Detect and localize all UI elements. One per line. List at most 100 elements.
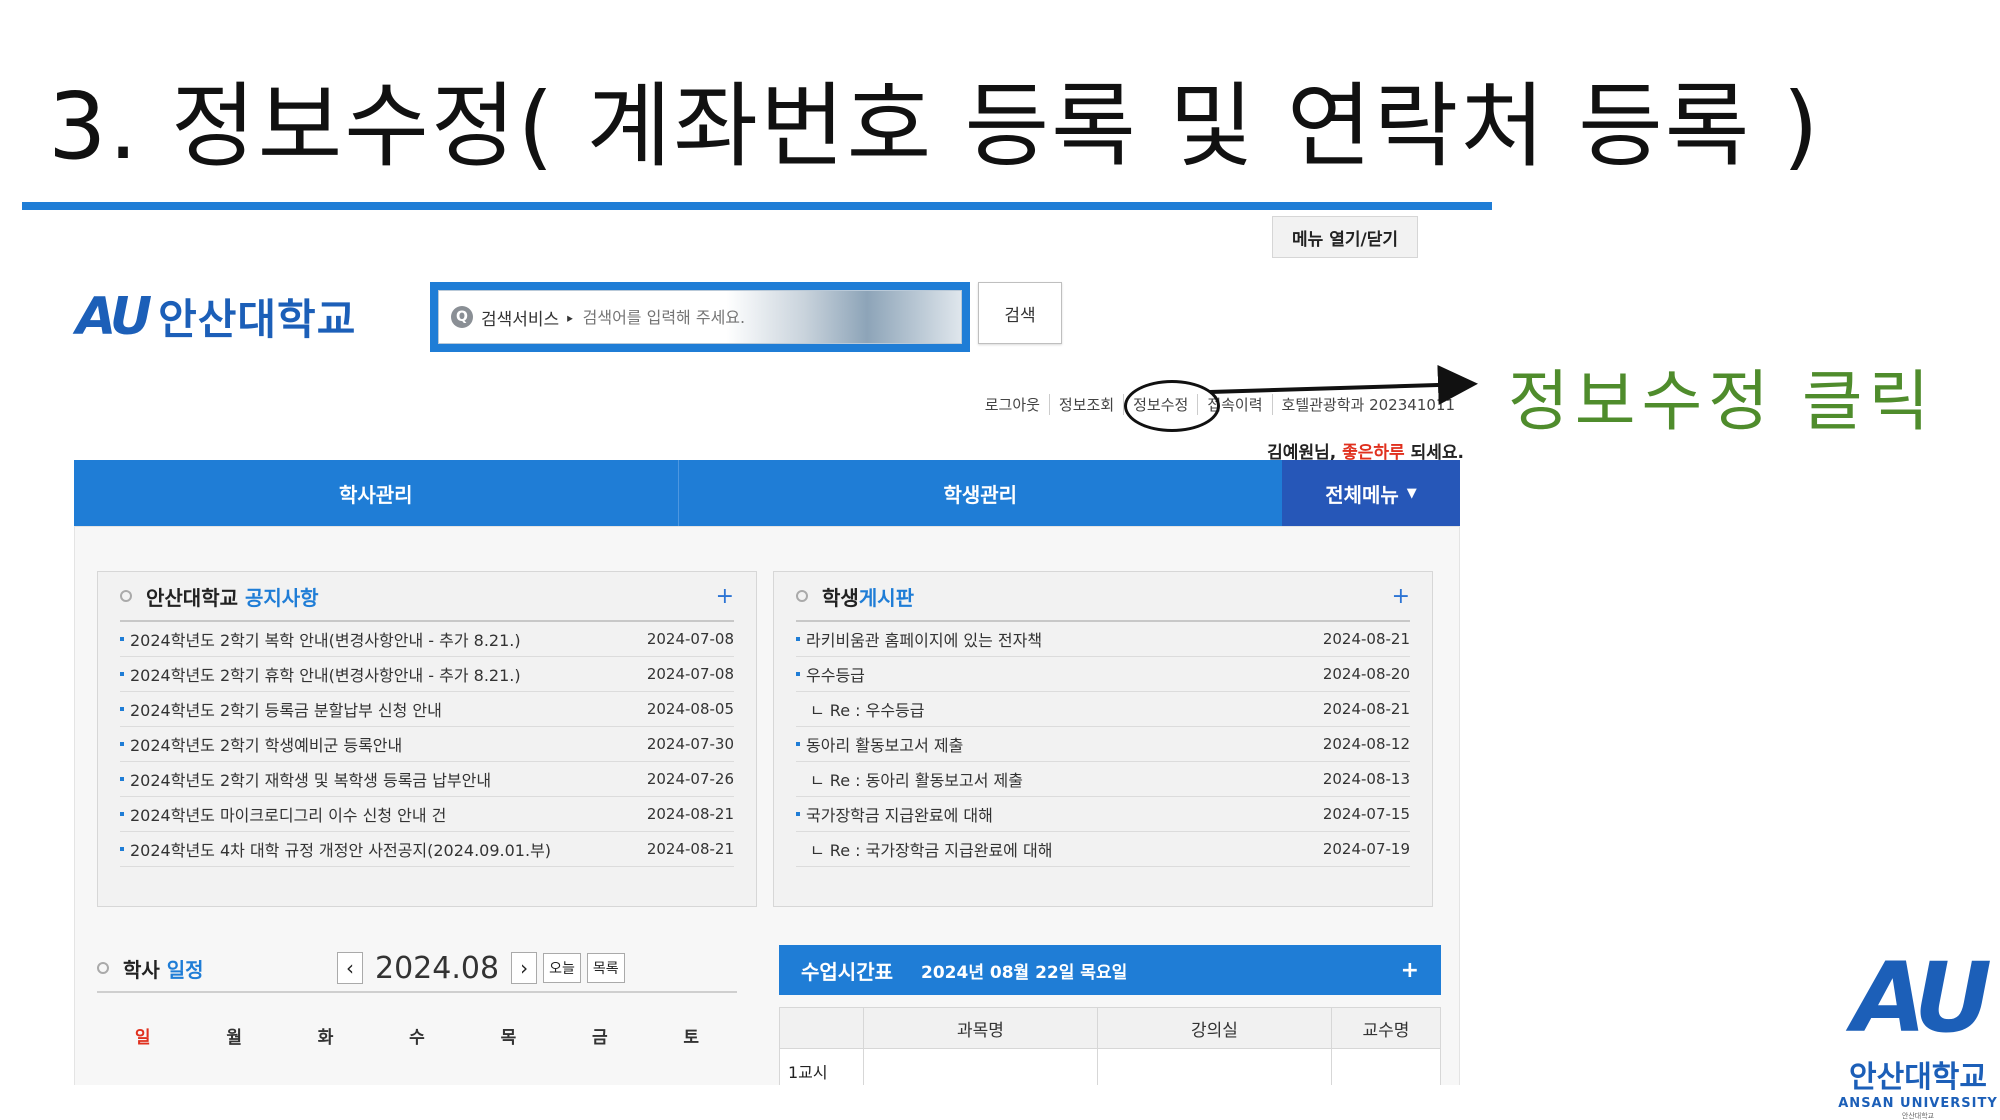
corner-logo: AU 안산대학교 ANSAN UNIVERSITY 안산대학교 — [1838, 950, 1998, 1120]
search-field-wrapper: Q 검색서비스 ‣ — [438, 290, 962, 344]
list-item-date: 2024-08-05 — [646, 700, 734, 718]
list-item[interactable]: 우수등급 2024-08-20 — [796, 657, 1410, 692]
slide-title: 3. 정보수정( 계좌번호 등록 및 연락처 등록 ) — [48, 73, 1821, 180]
calendar-header: 학사 일정 ‹ 2024.08 › 오늘 목록 — [97, 945, 737, 993]
academic-calendar: 학사 일정 ‹ 2024.08 › 오늘 목록 일 월 화 수 목 금 토 — [97, 945, 737, 1085]
search-input[interactable] — [582, 307, 783, 327]
list-item-title: 2024학년도 2학기 재학생 및 복학생 등록금 납부안내 — [120, 767, 491, 791]
notice-list: 2024학년도 2학기 복학 안내(변경사항안내 - 추가 8.21.) 2024… — [120, 622, 734, 867]
timetable-col-professor: 교수명 — [1362, 1020, 1410, 1041]
list-item-date: 2024-08-20 — [1322, 665, 1410, 683]
nav-student[interactable]: 학생관리 — [679, 460, 1283, 526]
list-item[interactable]: 동아리 활동보고서 제출 2024-08-12 — [796, 727, 1410, 762]
bullet-icon — [120, 742, 124, 746]
timetable-row: 1교시 — [779, 1049, 1441, 1085]
student-more-icon[interactable]: + — [1392, 584, 1410, 609]
list-item-title: ㄴ Re : 우수등급 — [796, 697, 925, 721]
list-item-date: 2024-08-13 — [1322, 770, 1410, 788]
list-item[interactable]: 국가장학금 지급완료에 대해 2024-07-15 — [796, 797, 1410, 832]
class-timetable: 수업시간표 2024년 08월 22일 목요일 + 과목명 강의실 교수명 1교… — [779, 945, 1441, 1085]
notice-board-header: 안산대학교 공지사항 + — [120, 572, 734, 622]
list-item-text: ㄴ Re : 동아리 활동보고서 제출 — [810, 771, 1023, 790]
list-item-title: 우수등급 — [796, 662, 865, 686]
corner-logo-name: 안산대학교 — [1849, 1060, 1987, 1095]
list-item-date: 2024-08-21 — [1322, 700, 1410, 718]
list-item-text: 2024학년도 2학기 재학생 및 복학생 등록금 납부안내 — [130, 771, 492, 790]
bullet-icon — [120, 847, 124, 851]
student-title-prefix: 학생 — [822, 585, 859, 610]
list-item-title: 2024학년도 4차 대학 규정 개정안 사전공지(2024.09.01.부) — [120, 837, 551, 861]
logout-link[interactable]: 로그아웃 — [976, 394, 1050, 415]
all-menu-label: 전체메뉴 — [1325, 482, 1399, 507]
list-item[interactable]: 라키비움관 홈페이지에 있는 전자책 2024-08-21 — [796, 622, 1410, 657]
list-item[interactable]: 2024학년도 2학기 등록금 분할납부 신청 안내 2024-08-05 — [120, 692, 734, 727]
weekday-wed: 수 — [409, 1028, 425, 1048]
weekday-thu: 목 — [500, 1028, 517, 1048]
list-item-text: 2024학년도 마이크로디그리 이수 신청 안내 건 — [130, 806, 447, 825]
bullet-icon — [120, 672, 124, 676]
notice-board: 안산대학교 공지사항 + 2024학년도 2학기 복학 안내(변경사항안내 - … — [97, 571, 757, 907]
au-logo-icon: AU — [76, 286, 152, 347]
triangle-down-icon: ▼ — [1406, 485, 1417, 501]
info-view-link[interactable]: 정보조회 — [1050, 394, 1125, 415]
weekday-fri: 금 — [592, 1028, 608, 1048]
list-item-date: 2024-08-21 — [1322, 630, 1410, 648]
portal-screenshot: 메뉴 열기/닫기 AU 안산대학교 Q 검색서비스 ‣ 검색 로그아웃 정보조회… — [22, 210, 1492, 1085]
timetable-col-room: 강의실 — [1098, 1008, 1332, 1048]
today-button[interactable]: 오늘 — [543, 953, 581, 983]
list-item-text: 2024학년도 2학기 등록금 분할납부 신청 안내 — [130, 701, 442, 720]
list-item-date: 2024-07-26 — [646, 770, 734, 788]
info-edit-highlight-circle — [1124, 380, 1220, 432]
weekday-row: 일 월 화 수 목 금 토 — [97, 1023, 737, 1048]
list-item-text: 라키비움관 홈페이지에 있는 전자책 — [806, 631, 1043, 650]
circle-icon — [120, 590, 132, 602]
list-item[interactable]: 2024학년도 2학기 복학 안내(변경사항안내 - 추가 8.21.) 2024… — [120, 622, 734, 657]
student-board: 학생게시판 + 라키비움관 홈페이지에 있는 전자책 2024-08-21 우수등급… — [773, 571, 1433, 907]
list-item[interactable]: 2024학년도 4차 대학 규정 개정안 사전공지(2024.09.01.부) 2… — [120, 832, 734, 867]
list-item[interactable]: ㄴ Re : 국가장학금 지급완료에 대해 2024-07-19 — [796, 832, 1410, 867]
notice-board-title: 안산대학교 공지사항 — [120, 582, 319, 611]
list-item[interactable]: 2024학년도 2학기 재학생 및 복학생 등록금 납부안내 2024-07-26 — [120, 762, 734, 797]
timetable-more-icon[interactable]: + — [1401, 958, 1419, 983]
list-item-text: ㄴ Re : 우수등급 — [810, 701, 925, 720]
bullet-icon — [120, 637, 124, 641]
prev-month-button[interactable]: ‹ — [337, 952, 363, 984]
list-item-date: 2024-07-08 — [646, 630, 734, 648]
timetable-cell — [864, 1049, 1098, 1085]
list-item-date: 2024-08-21 — [646, 840, 734, 858]
portal-logo[interactable]: AU 안산대학교 — [76, 286, 356, 347]
all-menu-button[interactable]: 전체메뉴 ▼ — [1282, 460, 1460, 526]
list-item-title: 2024학년도 2학기 복학 안내(변경사항안내 - 추가 8.21.) — [120, 627, 521, 651]
list-item[interactable]: 2024학년도 2학기 학생예비군 등록안내 2024-07-30 — [120, 727, 734, 762]
list-item-date: 2024-07-15 — [1322, 805, 1410, 823]
list-item[interactable]: ㄴ Re : 우수등급 2024-08-21 — [796, 692, 1410, 727]
calendar-title-prefix: 학사 — [123, 957, 160, 982]
search-service-label[interactable]: 검색서비스 ‣ — [481, 305, 575, 330]
list-item-date: 2024-07-30 — [646, 735, 734, 753]
bullet-icon — [796, 812, 800, 816]
list-item-text: 2024학년도 2학기 복학 안내(변경사항안내 - 추가 8.21.) — [130, 631, 521, 650]
next-month-button[interactable]: › — [511, 952, 538, 984]
list-button[interactable]: 목록 — [586, 953, 625, 983]
list-item-date: 2024-07-08 — [646, 665, 734, 683]
search-box: Q 검색서비스 ‣ — [430, 282, 970, 352]
circle-icon — [796, 590, 808, 602]
list-item[interactable]: 2024학년도 마이크로디그리 이수 신청 안내 건 2024-08-21 — [120, 797, 734, 832]
calendar-nav: ‹ 2024.08 › 오늘 목록 — [337, 951, 625, 986]
list-item-title: ㄴ Re : 국가장학금 지급완료에 대해 — [796, 837, 1052, 861]
menu-toggle-button[interactable]: 메뉴 열기/닫기 — [1272, 216, 1418, 258]
notice-more-icon[interactable]: + — [716, 584, 734, 609]
search-button[interactable]: 검색 — [978, 282, 1062, 344]
search-icon: Q — [451, 306, 473, 328]
student-board-title: 학생게시판 — [796, 582, 914, 611]
list-item[interactable]: ㄴ Re : 동아리 활동보고서 제출 2024-08-13 — [796, 762, 1410, 797]
list-item[interactable]: 2024학년도 2학기 휴학 안내(변경사항안내 - 추가 8.21.) 2024… — [120, 657, 734, 692]
dashboard-content: 안산대학교 공지사항 + 2024학년도 2학기 복학 안내(변경사항안내 - … — [74, 526, 1460, 1085]
bullet-icon — [120, 707, 124, 711]
bullet-icon — [796, 672, 800, 676]
callout-text: 정보수정 클릭 — [1508, 363, 1936, 440]
list-item-date: 2024-07-19 — [1322, 840, 1410, 858]
bullet-icon — [796, 742, 800, 746]
list-item-text: 국가장학금 지급완료에 대해 — [806, 806, 993, 825]
nav-academic[interactable]: 학사관리 — [74, 460, 679, 526]
